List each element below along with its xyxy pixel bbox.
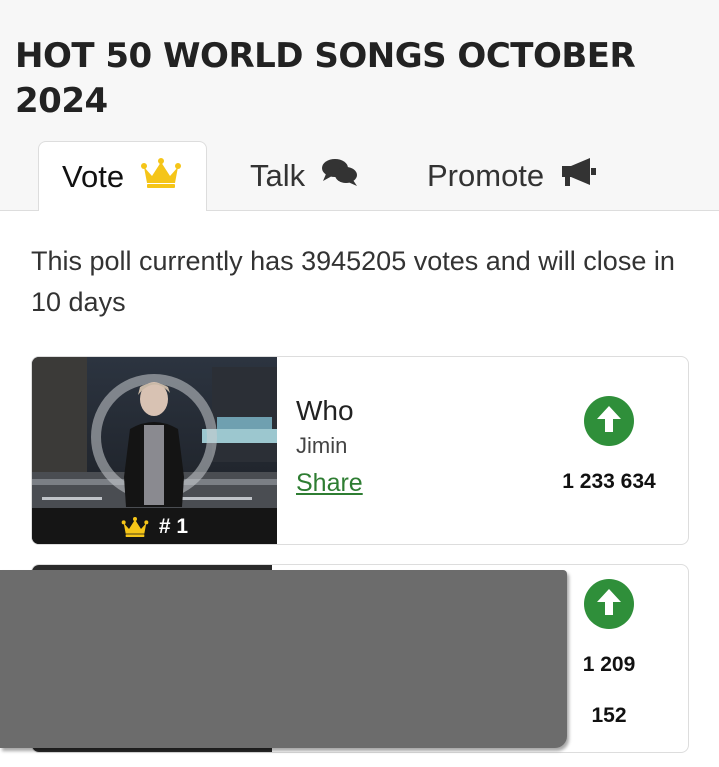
arrow-up-icon (595, 587, 623, 622)
artist-name: Jimin (296, 433, 348, 458)
tab-vote[interactable]: Vote (38, 141, 207, 212)
crown-icon (121, 516, 149, 538)
page-title: HOT 50 WORLD SONGS OCTOBER 2024 (15, 36, 636, 121)
tab-vote-label: Vote (62, 158, 125, 194)
rank-badge: # 1 (32, 508, 277, 544)
song-thumbnail[interactable]: # 1 (32, 357, 277, 544)
megaphone-icon (560, 156, 598, 196)
upvote-button[interactable] (584, 396, 634, 446)
tab-talk[interactable]: Talk (250, 141, 359, 211)
tab-promote-label: Promote (427, 158, 545, 193)
upvote-button[interactable] (584, 579, 634, 629)
tab-promote[interactable]: Promote (427, 141, 598, 211)
song-entry-card: # 1 Who Jimin Share 1 233 634 (31, 356, 689, 545)
arrow-up-icon (595, 404, 623, 439)
song-title: Who (296, 395, 354, 426)
tab-talk-label: Talk (250, 158, 306, 193)
share-link[interactable]: Share (296, 469, 363, 498)
vote-count: 1 233 634 (562, 470, 656, 493)
poll-info-text: This poll currently has 3945205 votes an… (31, 246, 675, 317)
rank-label: # 1 (158, 515, 189, 538)
chat-bubbles-icon (321, 156, 359, 196)
overlay-panel (0, 570, 567, 748)
crown-icon (140, 157, 182, 197)
tab-bar: Vote Talk Promote (0, 141, 719, 212)
